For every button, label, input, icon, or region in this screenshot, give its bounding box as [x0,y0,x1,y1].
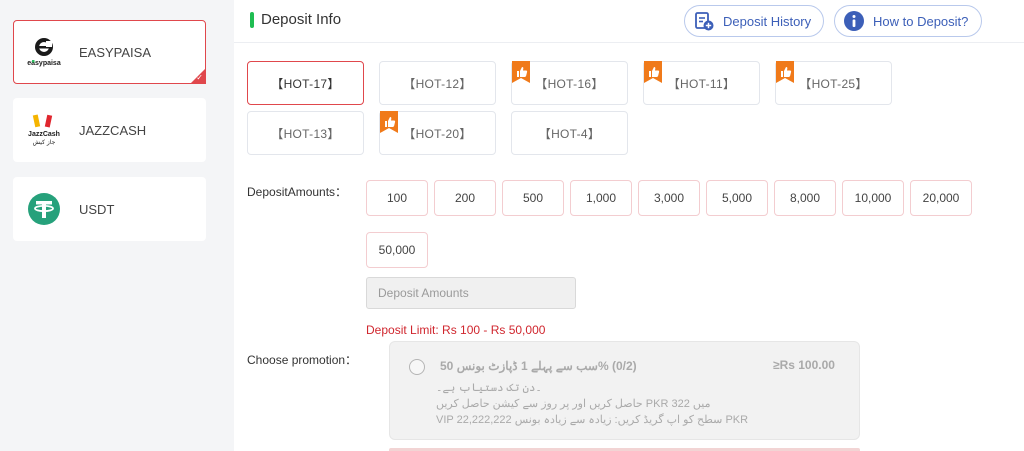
easypaisa-logo: easypaisa [24,32,64,72]
channel-option[interactable]: 【HOT-11】 [643,61,760,105]
amount-option[interactable]: 10,000 [842,180,904,216]
page-title: Deposit Info [261,11,342,28]
amount-option[interactable]: 5,000 [706,180,768,216]
promotion-radio[interactable] [409,359,425,375]
amount-option[interactable]: 500 [502,180,564,216]
how-to-deposit-label: How to Deposit? [873,13,969,29]
payment-method-sidebar: easypaisa EASYPAISA ✓ JazzCash جاز کیش J… [0,0,234,451]
deposit-panel: Deposit Info Deposit History How to Depo… [234,0,1024,451]
jazzcash-logo: JazzCash جاز کیش [24,110,64,150]
channel-option[interactable]: 【HOT-12】 [379,61,496,105]
info-icon [844,11,864,31]
promotion-card[interactable]: (0/2) %سب سے پہلے 1 ڈپازٹ بونس 50 ≥Rs 10… [389,341,860,440]
channel-option[interactable]: 【HOT-20】 [379,111,496,155]
deposit-history-label: Deposit History [723,13,812,29]
svg-text:جاز کیش: جاز کیش [33,139,56,146]
payment-method-label: USDT [79,201,115,217]
amount-option[interactable]: 200 [434,180,496,216]
payment-method-label: JAZZCASH [79,122,147,138]
payment-method-usdt[interactable]: USDT [13,177,206,241]
deposit-history-button[interactable]: Deposit History [684,5,824,37]
svg-text:JazzCash: JazzCash [28,131,60,138]
amount-option[interactable]: 8,000 [774,180,836,216]
thumbs-up-badge-icon [776,61,794,83]
promotion-detail-line: ۔دن تک دستیاب ہے۔ [436,382,542,394]
payment-method-label: EASYPAISA [79,44,152,60]
promotion-min-amount: ≥Rs 100.00 [773,358,835,372]
amount-option[interactable]: 100 [366,180,428,216]
deposit-amounts-label: DepositAmounts： [247,185,348,199]
choose-promotion-label: Choose promotion： [247,353,358,367]
deposit-header: Deposit Info Deposit History How to Depo… [234,0,1024,43]
history-icon [695,12,714,31]
payment-method-jazzcash[interactable]: JazzCash جاز کیش JAZZCASH [13,98,206,162]
channel-option[interactable]: 【HOT-17】 [247,61,364,105]
check-icon: ✓ [196,73,203,82]
amount-option[interactable]: 3,000 [638,180,700,216]
thumbs-up-badge-icon [644,61,662,83]
amount-option[interactable]: 20,000 [910,180,972,216]
channel-option[interactable]: 【HOT-16】 [511,61,628,105]
amount-option[interactable]: 1,000 [570,180,632,216]
deposit-limit-text: Deposit Limit: Rs 100 - Rs 50,000 [366,323,546,337]
channel-option[interactable]: 【HOT-25】 [775,61,892,105]
promotion-detail-line: VIP 22,222,222 سطح کو اپ گریڈ کریں: زیاد… [436,414,749,426]
promotion-detail-line: حاصل کریں اور پر روز سے کیشن حاصل کریں P… [436,398,711,410]
channel-option[interactable]: 【HOT-13】 [247,111,364,155]
tether-icon [24,189,64,229]
section-marker [250,12,254,28]
thumbs-up-badge-icon [512,61,530,83]
deposit-amount-input[interactable] [366,277,576,309]
channel-option[interactable]: 【HOT-4】 [511,111,628,155]
promotion-title: (0/2) %سب سے پہلے 1 ڈپازٹ بونس 50 [440,359,637,373]
payment-method-easypaisa[interactable]: easypaisa EASYPAISA ✓ [13,20,206,84]
how-to-deposit-button[interactable]: How to Deposit? [834,5,982,37]
thumbs-up-badge-icon [380,111,398,133]
amount-option[interactable]: 50,000 [366,232,428,268]
